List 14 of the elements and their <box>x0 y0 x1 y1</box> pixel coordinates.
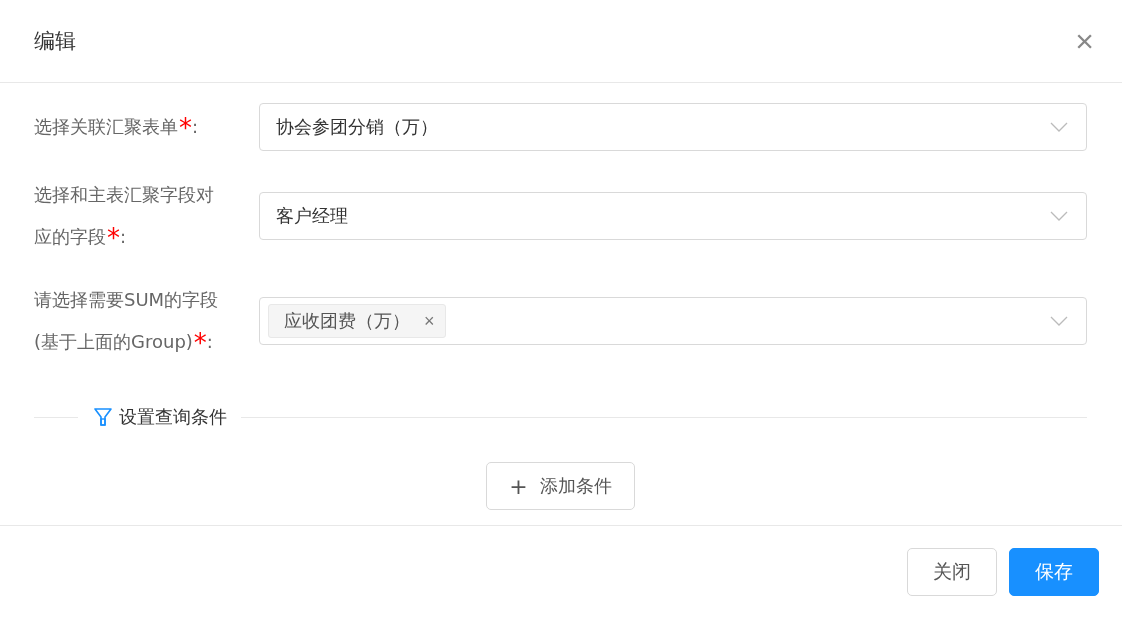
filter-icon <box>93 407 113 427</box>
chevron-down-icon <box>1050 122 1068 132</box>
select-field[interactable]: 客户经理 <box>259 192 1087 240</box>
add-condition-button[interactable]: + 添加条件 <box>486 462 635 510</box>
select-field[interactable]: 协会参团分销（万） <box>259 103 1087 151</box>
tag-remove-button[interactable]: × <box>424 310 435 332</box>
selected-tag: 应收团费（万） × <box>268 304 446 338</box>
multi-select-field[interactable]: 应收团费（万） × <box>259 297 1087 345</box>
close-button[interactable]: 关闭 <box>907 548 997 596</box>
section-heading: 设置查询条件 <box>119 405 227 429</box>
close-button[interactable]: × <box>1075 25 1094 57</box>
dialog-title: 编辑 <box>34 28 76 55</box>
chevron-down-icon <box>1050 211 1068 221</box>
chevron-down-icon <box>1050 316 1068 326</box>
